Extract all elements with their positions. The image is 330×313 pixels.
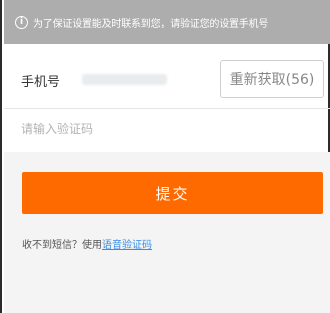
voice-code-link[interactable]: 语音验证码 [102, 240, 152, 251]
verification-code-input[interactable] [21, 114, 301, 144]
phone-number-masked [82, 74, 167, 85]
resend-code-button[interactable]: 重新获取(56) [220, 60, 324, 98]
divider [4, 108, 330, 109]
hint-text: 收不到短信？使用 [22, 240, 102, 251]
notice-banner: i 为了保证设置能及时联系到您，请验证您的设置手机号 [4, 0, 330, 44]
phone-row: 手机号 重新获取(56) [4, 54, 330, 106]
voice-code-hint: 收不到短信？使用语音验证码 [22, 236, 152, 251]
notice-text: 为了保证设置能及时联系到您，请验证您的设置手机号 [33, 18, 269, 30]
verification-page: i 为了保证设置能及时联系到您，请验证您的设置手机号 手机号 重新获取(56) … [0, 0, 330, 313]
info-icon: i [15, 15, 28, 29]
phone-label: 手机号 [21, 75, 61, 90]
submit-button[interactable]: 提交 [22, 172, 323, 214]
